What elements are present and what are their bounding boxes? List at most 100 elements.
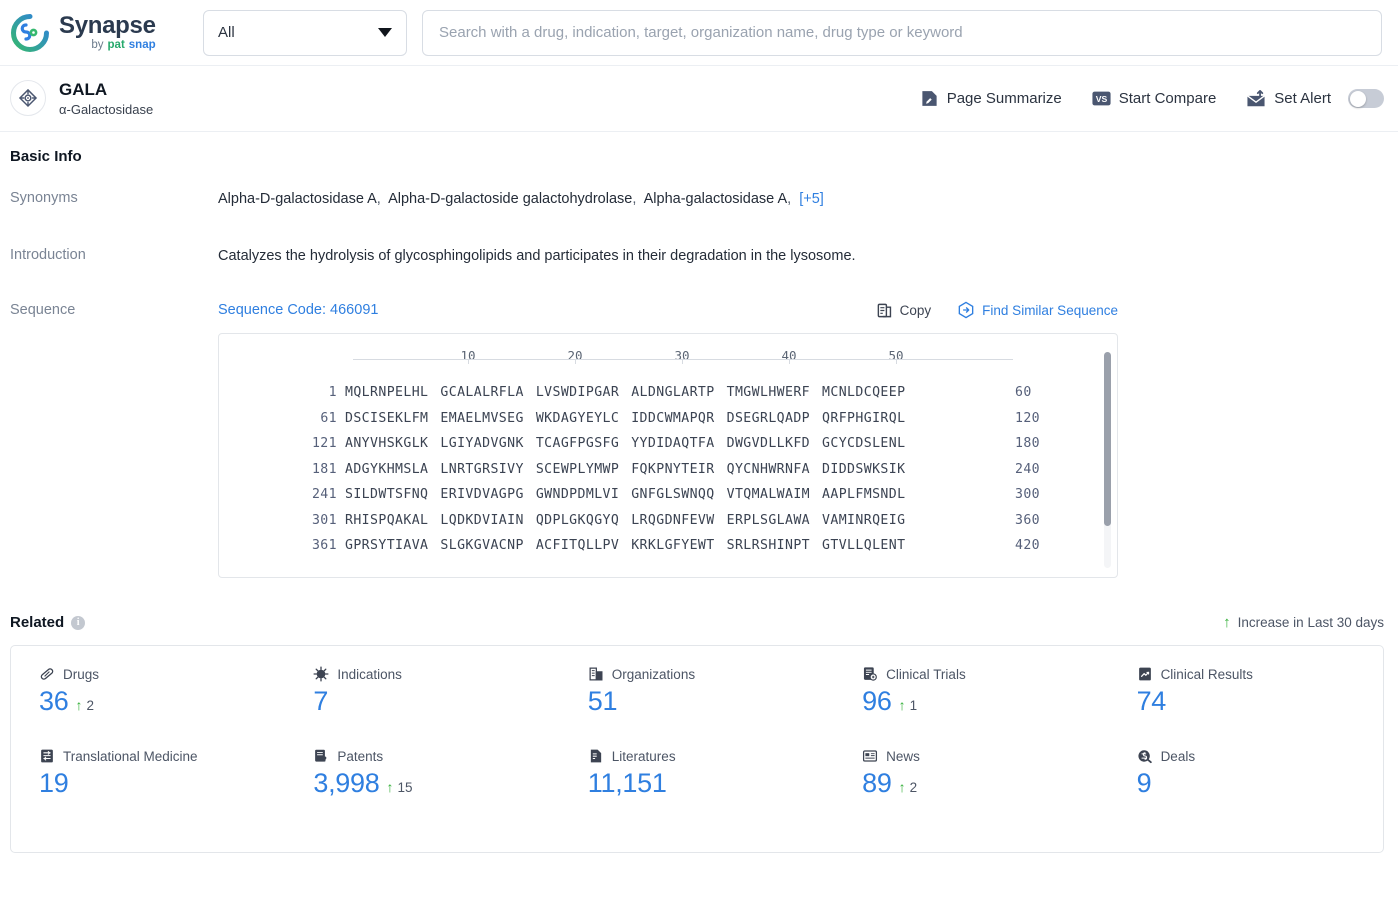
stat-label: Indications bbox=[337, 666, 402, 682]
stat-clinical-trials[interactable]: Clinical Trials 96 ↑ 1 bbox=[834, 666, 1108, 746]
sequence-start-index: 121 bbox=[311, 436, 337, 452]
stat-drugs[interactable]: Drugs 36 ↑ 2 bbox=[11, 666, 285, 746]
sequence-line: 361 GPRSYTIAVA SLGKGVACNP ACFITQLLPV KRK… bbox=[219, 533, 1117, 559]
stat-value-row: 11,151 bbox=[588, 768, 834, 799]
vs-compare-icon: VS bbox=[1092, 90, 1111, 107]
residue-block: ADGYKHMSLA bbox=[345, 461, 429, 477]
synonyms-row: Synonyms Alpha-D-galactosidase A, Alpha-… bbox=[10, 189, 1384, 210]
sequence-end-index: 60 bbox=[1015, 385, 1032, 401]
stat-header: Literatures bbox=[588, 748, 834, 764]
stat-organizations[interactable]: Organizations 51 bbox=[560, 666, 834, 746]
sequence-toolbar: Sequence Code: 466091 Copy Find Similar … bbox=[218, 301, 1118, 319]
entity-header-bar: GALA α-Galactosidase Page Summarize VS S… bbox=[0, 66, 1398, 132]
start-compare-button[interactable]: VS Start Compare bbox=[1092, 90, 1216, 107]
page-summarize-button[interactable]: Page Summarize bbox=[920, 89, 1062, 108]
stat-indications[interactable]: Indications 7 bbox=[285, 666, 559, 746]
related-heading: Related bbox=[10, 614, 65, 632]
stat-clinical-results[interactable]: Clinical Results 74 bbox=[1109, 666, 1383, 746]
set-alert-toggle[interactable] bbox=[1348, 89, 1384, 108]
brand-logo-group[interactable]: Synapse by pat snap bbox=[10, 13, 190, 53]
residue-block: TMGWLHWERF bbox=[726, 385, 811, 401]
alert-mail-icon bbox=[1246, 89, 1266, 108]
stat-header: Clinical Trials bbox=[862, 666, 1108, 682]
target-diamond-icon bbox=[10, 80, 46, 117]
entity-action-group: Page Summarize VS Start Compare Set Aler… bbox=[920, 89, 1384, 108]
residue-block: DSCISEKLFM bbox=[345, 410, 429, 426]
residue-block: MCNLDCQEEP bbox=[822, 385, 906, 401]
stat-translational-medicine[interactable]: Translational Medicine 19 bbox=[11, 748, 285, 828]
sequence-start-index: 61 bbox=[320, 410, 337, 426]
chevron-down-icon bbox=[378, 28, 392, 37]
residue-block: QYCNHWRNFA bbox=[726, 461, 811, 477]
sequence-start-index: 241 bbox=[311, 487, 337, 503]
stat-value-row: 3,998 ↑ 15 bbox=[313, 768, 559, 799]
stat-value: 9 bbox=[1136, 768, 1152, 799]
translational-icon bbox=[39, 748, 55, 764]
synonyms-more-link[interactable]: [+5] bbox=[799, 191, 824, 207]
stat-header: Translational Medicine bbox=[39, 748, 285, 764]
clinical-trial-icon bbox=[862, 666, 878, 682]
find-similar-sequence-button[interactable]: Find Similar Sequence bbox=[957, 301, 1118, 319]
stat-header: News bbox=[862, 748, 1108, 764]
residue-block: VTQMALWAIM bbox=[726, 487, 811, 503]
search-input[interactable] bbox=[437, 23, 1367, 42]
residue-block: DWGVDLLKFD bbox=[726, 436, 811, 452]
sequence-scrollbar[interactable] bbox=[1104, 352, 1111, 569]
search-box[interactable] bbox=[422, 9, 1382, 56]
stat-deals[interactable]: Deals 9 bbox=[1109, 748, 1383, 828]
sequence-start-index: 301 bbox=[311, 512, 337, 528]
stat-label: Literatures bbox=[611, 748, 676, 764]
stat-value-row: 36 ↑ 2 bbox=[39, 686, 285, 717]
synonym-item: Alpha-galactosidase A bbox=[643, 191, 788, 207]
search-scope-value: All bbox=[218, 24, 235, 41]
sequence-line: 241 SILDWTSFNQ ERIVDVAGPG GWNDPDMLVI GNF… bbox=[219, 482, 1117, 508]
introduction-label: Introduction bbox=[10, 247, 86, 264]
news-icon bbox=[862, 748, 878, 764]
residue-block: GTVLLQLENT bbox=[822, 538, 906, 554]
stat-patents[interactable]: Patents 3,998 ↑ 15 bbox=[285, 748, 559, 828]
residue-block: RHISPQAKAL bbox=[345, 512, 429, 528]
stat-header: Organizations bbox=[588, 666, 834, 682]
stat-delta: ↑ 2 bbox=[75, 698, 94, 713]
stat-label: Clinical Results bbox=[1160, 666, 1253, 682]
search-scope-select[interactable]: All bbox=[203, 9, 407, 56]
copy-sequence-button[interactable]: Copy bbox=[876, 302, 931, 319]
residue-block: DIDDSWKSIK bbox=[822, 461, 906, 477]
stat-delta: ↑ 15 bbox=[386, 780, 412, 795]
basic-info-heading: Basic Info bbox=[10, 148, 82, 165]
residue-block: FQKPNYTEIR bbox=[631, 461, 715, 477]
stat-value-row: 89 ↑ 2 bbox=[862, 768, 1108, 799]
find-similar-label: Find Similar Sequence bbox=[982, 302, 1118, 318]
sequence-scrollbar-thumb[interactable] bbox=[1104, 352, 1111, 527]
sequence-start-index: 1 bbox=[328, 385, 337, 401]
info-icon[interactable]: i bbox=[71, 615, 86, 630]
up-arrow-icon: ↑ bbox=[898, 779, 906, 796]
stat-delta-value: 15 bbox=[397, 779, 413, 795]
stat-delta: ↑ 1 bbox=[899, 698, 918, 713]
synonym-item: Alpha-D-galactoside galactohydrolase bbox=[388, 191, 633, 207]
residue-block: ERIVDVAGPG bbox=[440, 487, 524, 503]
residue-block: IDDCWMAPQR bbox=[631, 410, 715, 426]
set-alert-button[interactable]: Set Alert bbox=[1246, 89, 1384, 108]
main-content: Basic Info Synonyms Alpha-D-galactosidas… bbox=[0, 132, 1398, 854]
up-arrow-icon: ↑ bbox=[1223, 614, 1231, 632]
deals-icon bbox=[1137, 748, 1153, 764]
sequence-residue-blocks: RHISPQAKAL LQDKDVIAIN QDPLGKQGYQ LRQGDNF… bbox=[345, 513, 1005, 528]
brand-snap: snap bbox=[128, 38, 156, 51]
up-arrow-icon: ↑ bbox=[386, 779, 394, 796]
stat-value: 51 bbox=[587, 686, 618, 717]
synonyms-label: Synonyms bbox=[10, 190, 78, 206]
stat-literatures[interactable]: Literatures 11,151 bbox=[560, 748, 834, 828]
stat-news[interactable]: News 89 ↑ 2 bbox=[834, 748, 1108, 828]
sequence-viewer[interactable]: 10 20 30 40 50 1 MQLRNPELHL GCALALRFLA L… bbox=[218, 333, 1118, 579]
sequence-row: Sequence Sequence Code: 466091 Copy Find… bbox=[10, 301, 1384, 579]
stat-label: Organizations bbox=[611, 666, 696, 682]
sequence-residue-blocks: ANYVHSKGLK LGIYADVGNK TCAGFPGSFG YYDIDAQ… bbox=[345, 436, 1005, 451]
stat-value: 11,151 bbox=[587, 768, 667, 799]
sequence-code-link[interactable]: Sequence Code: 466091 bbox=[218, 302, 378, 318]
sequence-line: 1 MQLRNPELHL GCALALRFLA LVSWDIPGAR ALDNG… bbox=[219, 380, 1117, 406]
stat-value-row: 74 bbox=[1137, 686, 1383, 717]
stat-header: Clinical Results bbox=[1137, 666, 1383, 682]
sequence-rows: 1 MQLRNPELHL GCALALRFLA LVSWDIPGAR ALDNG… bbox=[219, 380, 1117, 559]
residue-block: AAPLFMSNDL bbox=[822, 487, 906, 503]
